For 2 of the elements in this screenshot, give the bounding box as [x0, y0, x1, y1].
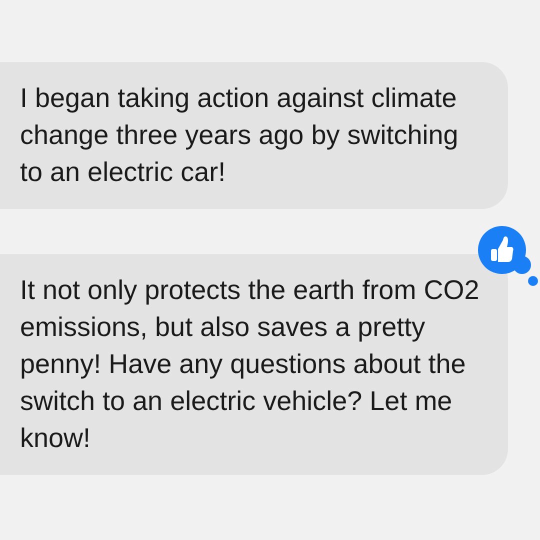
message-bubble: It not only protects the earth from CO2 emissions, but also saves a pretty penny! Have any questions about the switch to an electric vehicle? Let me know! — [0, 254, 508, 475]
message-bubble: I began taking action against climate change three years ago by switching to an electric car! — [0, 62, 508, 209]
